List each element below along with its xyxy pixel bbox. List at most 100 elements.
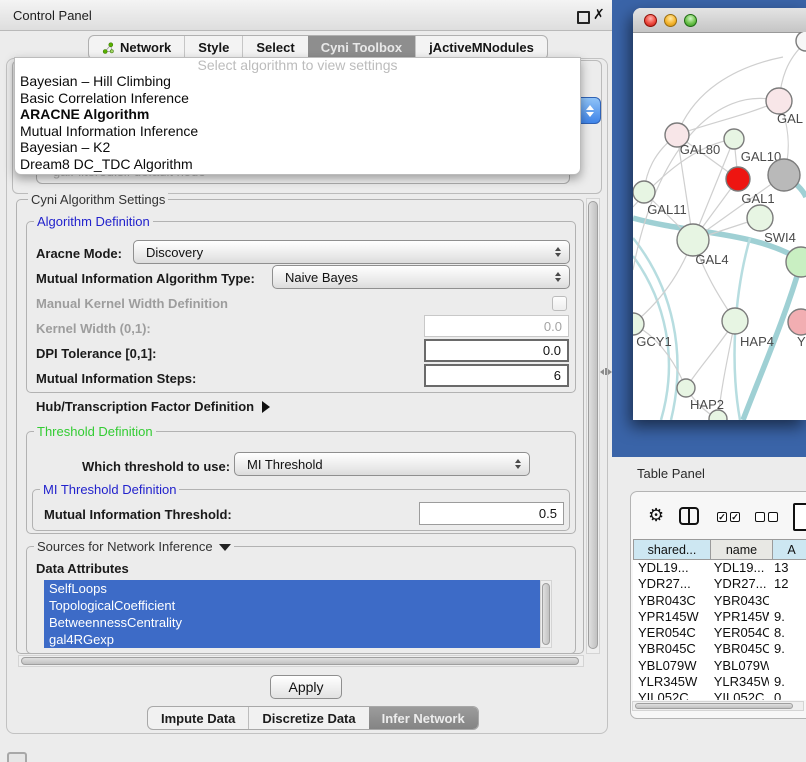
table-row[interactable]: YBL079WYBL079W <box>633 658 806 674</box>
network-node-gal10[interactable] <box>724 129 744 149</box>
tab-label: Infer Network <box>382 711 465 726</box>
aracne-mode-combo[interactable]: Discovery <box>133 240 570 264</box>
collapse-arrow-icon <box>219 544 231 551</box>
data-attribute-item[interactable]: SelfLoops <box>44 580 541 597</box>
kernel-width-field: 0.0 <box>424 315 569 337</box>
algorithm-option[interactable]: Dream8 DC_TDC Algorithm <box>15 156 580 173</box>
table-cell: YDL19... <box>709 560 769 576</box>
data-attribute-item[interactable]: gal4RGexp <box>44 631 541 648</box>
tab-jactivemnodules[interactable]: jActiveMNodules <box>415 36 547 59</box>
checked-checkboxes-icon[interactable]: ✓✓ <box>717 512 740 522</box>
settings-gear-icon[interactable]: ⚙ <box>648 505 664 526</box>
table-row[interactable]: YER054CYER054C8. <box>633 625 806 641</box>
network-canvas[interactable]: GALGAL80GAL10GAL1GAL11SWI4GAL4GCY1HAP4YH… <box>633 32 806 420</box>
tab-network[interactable]: Network <box>89 36 184 59</box>
network-node-y[interactable] <box>788 309 806 335</box>
tab-label: Style <box>198 40 229 55</box>
table-hscrollbar-thumb[interactable] <box>635 703 793 709</box>
algorithm-option[interactable]: Mutual Information Inference <box>15 123 580 140</box>
unchecked-checkboxes-icon[interactable] <box>755 512 778 522</box>
table-row[interactable]: YBR043CYBR043C <box>633 593 806 609</box>
tab-label: Network <box>120 40 171 55</box>
focused-combo-stepper[interactable] <box>579 97 601 124</box>
combo-stepper-icon <box>555 272 561 282</box>
tab-label: Cyni Toolbox <box>321 40 402 55</box>
algorithm-option[interactable]: Bayesian – Hill Climbing <box>15 73 580 90</box>
table-row[interactable]: YDR27...YDR27...12 <box>633 576 806 592</box>
close-icon[interactable]: ✗ <box>593 7 605 23</box>
settings-hscrollbar-thumb[interactable] <box>21 657 579 665</box>
algorithm-option[interactable]: ARACNE Algorithm <box>15 106 580 123</box>
table-cell: YIL052C <box>709 690 769 700</box>
hub-definition-toggle[interactable]: Hub/Transcription Factor Definition <box>36 399 270 414</box>
data-attribute-item[interactable]: TopologicalCoefficient <box>44 597 541 614</box>
network-node-gal11[interactable] <box>633 181 655 203</box>
partial-button[interactable] <box>7 752 27 762</box>
tab-style[interactable]: Style <box>184 36 242 59</box>
table-row[interactable]: YPR145WYPR145W9. <box>633 609 806 625</box>
tab-label: Select <box>256 40 294 55</box>
which-threshold-value: MI Threshold <box>247 457 323 472</box>
mi-steps-field[interactable]: 6 <box>424 364 569 387</box>
bottom-tabs: Impute DataDiscretize Data Infer Network <box>147 706 479 730</box>
table-row[interactable]: YDL19...YDL19...13 <box>633 560 806 576</box>
network-node-hap2[interactable] <box>677 379 695 397</box>
network-node-swi4[interactable] <box>747 205 773 231</box>
network-node-label: SWI4 <box>764 230 796 245</box>
dpi-tolerance-field[interactable]: 0.0 <box>424 339 569 362</box>
settings-hscrollbar[interactable] <box>18 655 584 667</box>
algorithm-definition-title: Algorithm Definition <box>34 214 153 229</box>
table-cell: YER054C <box>633 625 709 641</box>
table-row[interactable]: YLR345WYLR345W9. <box>633 674 806 690</box>
network-node-hap4[interactable] <box>722 308 748 334</box>
table-row[interactable]: YIL052CYIL052C0. <box>633 690 806 700</box>
table-cell: 8. <box>769 625 806 641</box>
algorithm-option[interactable]: Bayesian – K2 <box>15 139 580 156</box>
data-attribute-item[interactable]: BetweennessCentrality <box>44 614 541 631</box>
mac-minimize-button[interactable] <box>664 14 677 27</box>
aracne-mode-value: Discovery <box>146 245 203 260</box>
table-header: shared... name A <box>633 539 806 560</box>
algorithm-option[interactable]: Basic Correlation Inference <box>15 90 580 107</box>
column-header-shared-name[interactable]: shared... <box>633 539 711 560</box>
table-cell: YDR27... <box>709 576 769 592</box>
tab-cyni-toolbox[interactable]: Cyni Toolbox <box>308 36 415 59</box>
tab-impute-data[interactable]: Impute Data <box>148 707 248 729</box>
sources-title-row[interactable]: Sources for Network Inference <box>34 539 234 554</box>
settings-vscrollbar-thumb[interactable] <box>588 201 598 649</box>
network-window-titlebar[interactable] <box>633 8 806 33</box>
mac-close-button[interactable] <box>644 14 657 27</box>
aracne-mode-label: Aracne Mode: <box>36 246 122 261</box>
tab-select[interactable]: Select <box>242 36 307 59</box>
table-hscrollbar[interactable] <box>632 701 804 711</box>
table-cell: YBR045C <box>709 641 769 657</box>
column-header-a[interactable]: A <box>773 539 806 560</box>
table-cell: 13 <box>769 560 806 576</box>
network-node-gal1[interactable] <box>726 167 750 191</box>
float-window-icon[interactable] <box>577 11 590 24</box>
mac-zoom-button[interactable] <box>684 14 697 27</box>
combo-stepper-icon <box>515 459 521 469</box>
network-node-label: GCY1 <box>636 334 671 349</box>
network-node-label: GAL <box>777 111 803 126</box>
network-node[interactable] <box>796 32 806 51</box>
settings-vscrollbar[interactable] <box>586 198 600 654</box>
table-row[interactable]: YBR045CYBR045C9. <box>633 641 806 657</box>
file-icon[interactable] <box>793 503 806 531</box>
which-threshold-combo[interactable]: MI Threshold <box>234 452 530 476</box>
mi-type-combo[interactable]: Naive Bayes <box>272 265 570 289</box>
network-node-label: GAL80 <box>680 142 720 157</box>
sources-vscrollbar-thumb[interactable] <box>542 583 550 645</box>
apply-button[interactable]: Apply <box>270 675 342 699</box>
tab-discretize-data[interactable]: Discretize Data <box>248 707 368 729</box>
split-columns-icon[interactable] <box>679 507 699 525</box>
tab-infer-network[interactable]: Infer Network <box>369 707 478 729</box>
mi-threshold-field[interactable]: 0.5 <box>419 502 564 525</box>
column-header-name[interactable]: name <box>711 539 773 560</box>
sources-vscrollbar[interactable] <box>540 580 552 648</box>
stepper-up-icon <box>586 105 594 110</box>
manual-kernel-checkbox[interactable] <box>552 296 567 311</box>
network-node[interactable] <box>768 159 800 191</box>
table-cell: YBR043C <box>633 593 709 609</box>
mi-type-label: Mutual Information Algorithm Type: <box>36 271 255 286</box>
